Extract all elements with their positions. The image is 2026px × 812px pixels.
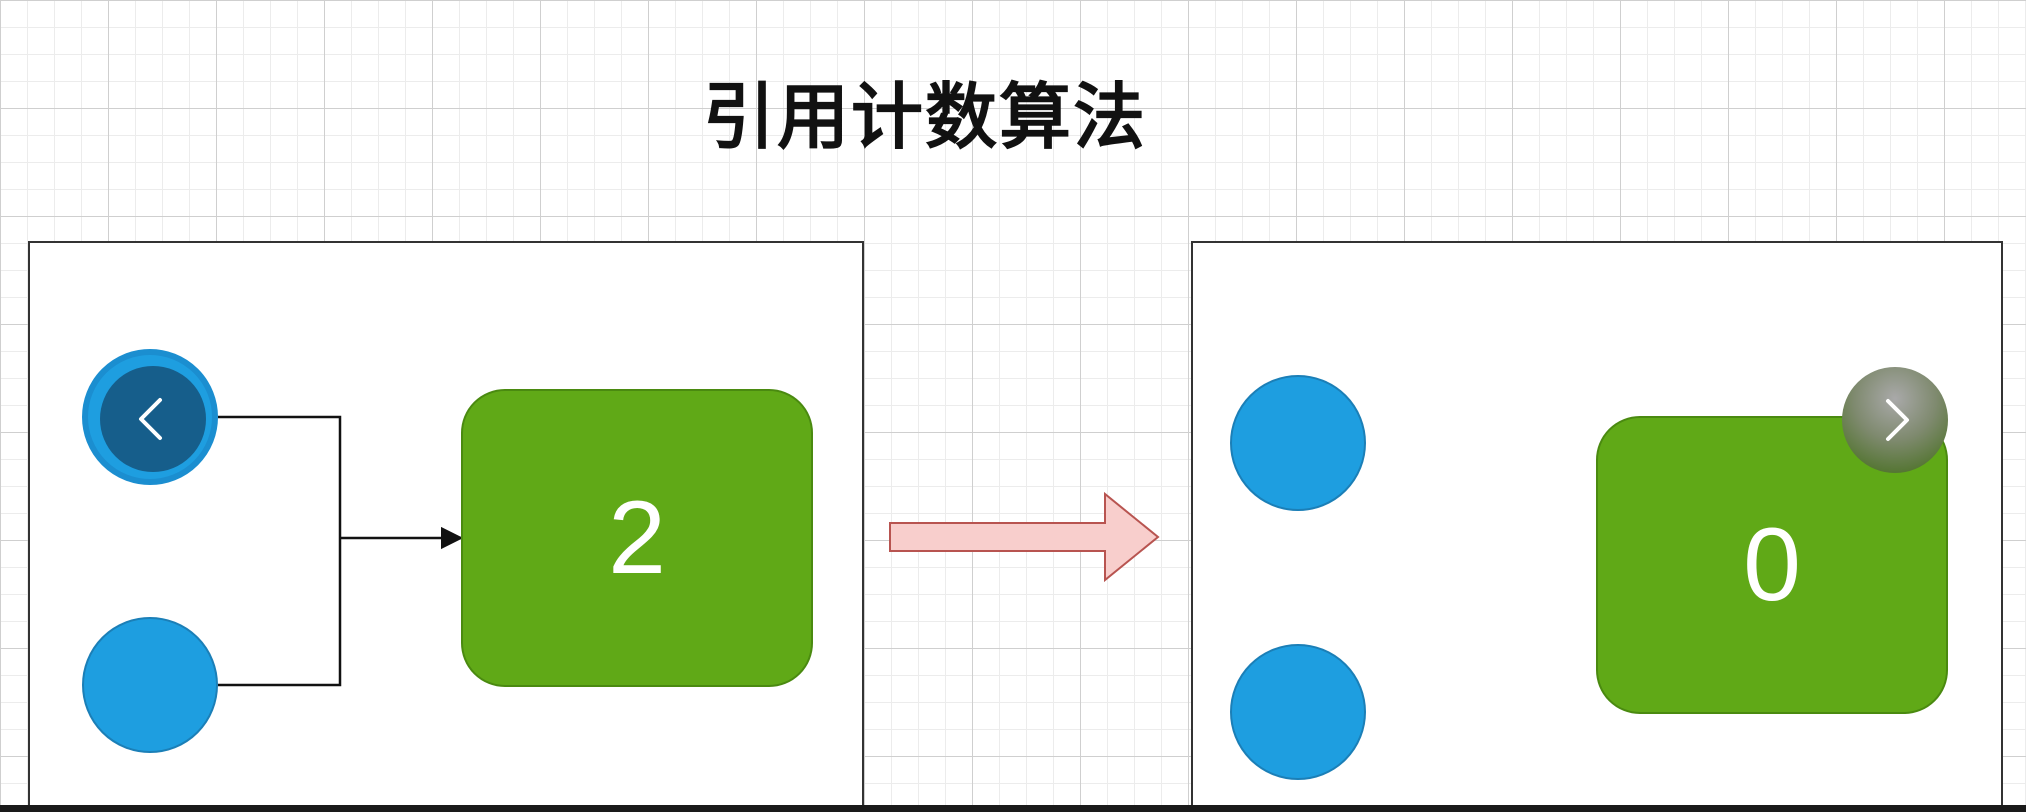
chevron-left-icon	[139, 398, 162, 440]
object-circle-top-after	[1230, 375, 1366, 511]
reference-count-before: 2	[461, 389, 813, 687]
bottom-border	[0, 805, 2026, 812]
object-circle-bottom-after	[1230, 644, 1366, 780]
diagram-title: 引用计数算法	[702, 75, 1147, 159]
chevron-right-icon	[1886, 399, 1909, 441]
transition-arrow	[889, 491, 1160, 583]
object-circle-bottom-before	[82, 617, 218, 753]
carousel-next-button[interactable]	[1842, 367, 1948, 473]
diagram-canvas: 引用计数算法 2 0	[0, 0, 2026, 812]
carousel-prev-button[interactable]	[100, 366, 206, 472]
